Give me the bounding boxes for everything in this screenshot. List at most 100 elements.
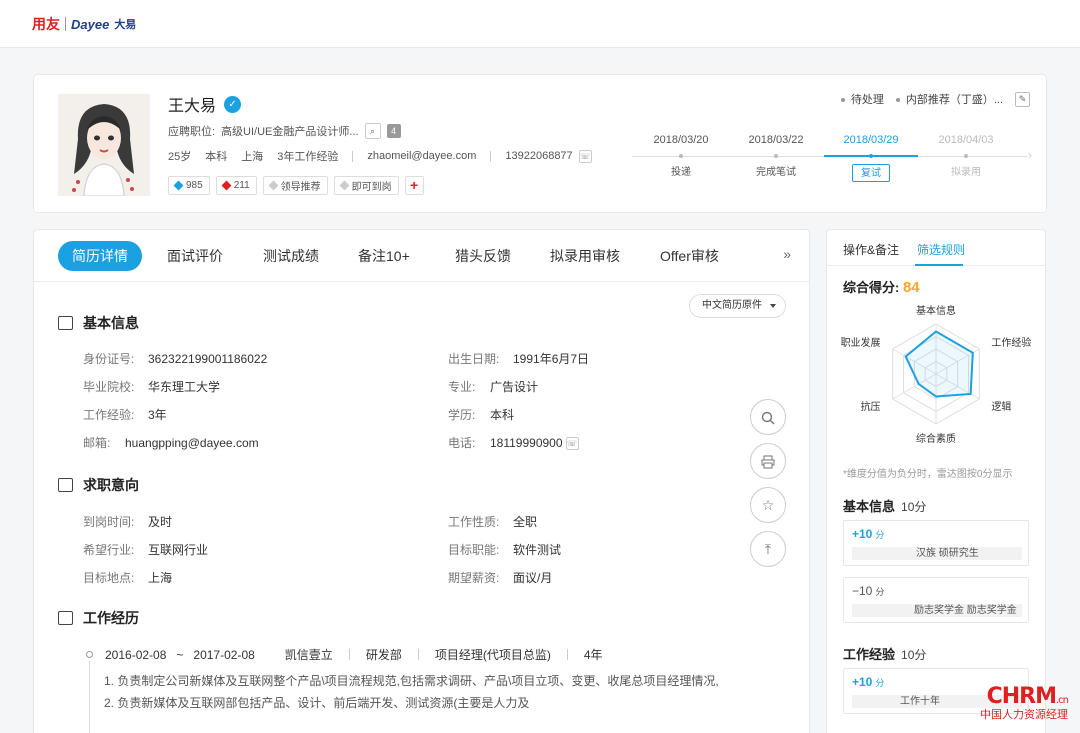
field-email: 邮箱: huangpping@dayee.com (83, 436, 259, 450)
timeline-step-active[interactable]: 2018/03/29 复试 (824, 131, 918, 182)
avatar (58, 94, 150, 196)
back-to-top-icon: ⤒ (764, 541, 772, 557)
briefcase-icon (58, 611, 73, 625)
phone[interactable]: 13922068877 (505, 150, 572, 162)
brand-logo[interactable]: 用友 Dayee 大易 (32, 14, 136, 34)
resume-language-select[interactable]: 中文简历原件 (689, 294, 786, 318)
id-card-icon (58, 316, 73, 330)
search-button[interactable] (750, 399, 786, 435)
radar-label: 职业发展 (841, 336, 881, 349)
tag-211[interactable]: 211 (215, 176, 257, 195)
rule-item[interactable]: +10 分 汉族 硕研究生 (843, 520, 1029, 566)
field-major: 专业: 广告设计 (448, 380, 539, 394)
tab-notes[interactable]: 备注10+ (358, 241, 410, 271)
city: 上海 (241, 151, 264, 163)
status-source[interactable]: 内部推荐（丁盛）... (895, 91, 1003, 107)
divider (352, 150, 354, 162)
section-basic-info: 基本信息 (58, 313, 139, 333)
tab-offer-intent-review[interactable]: 拟录用审核 (550, 241, 620, 271)
position-value[interactable]: 高级UI/UE金融产品设计师... (221, 123, 359, 139)
phone-icon[interactable]: ☏ (578, 149, 592, 163)
field-industry: 希望行业: 互联网行业 (83, 543, 209, 557)
job-description-2: 2. 负责新媒体及互联网部包括产品、设计、前后端开发、测试资源(主要是人力及 (104, 696, 530, 710)
print-button[interactable] (750, 443, 786, 479)
phone-icon[interactable]: ☏ (565, 437, 579, 451)
status-pending[interactable]: 待处理 (840, 91, 884, 107)
tab-test-score[interactable]: 测试成绩 (263, 241, 319, 271)
position-label: 应聘职位: (168, 126, 216, 138)
chevron-right-icon[interactable]: › (1028, 148, 1032, 162)
verified-icon: ✓ (224, 95, 242, 113)
timeline-dot (86, 651, 93, 658)
rule-group-basic: 基本信息 10分 (843, 499, 927, 514)
active-tab-indicator (915, 264, 963, 266)
candidate-name: 王大易 (168, 98, 217, 115)
add-tag-button[interactable]: + (404, 176, 424, 195)
tab-screening-rules[interactable]: 筛选规则 (917, 241, 965, 258)
rule-item[interactable]: −10 分 励志奖学金 励志奖学金 (843, 577, 1029, 623)
field-id: 身份证号: 362322199001186022 (83, 352, 268, 366)
field-salary: 期望薪资: 面议/月 (448, 571, 553, 585)
top-bar: 用友 Dayee 大易 (0, 0, 1080, 48)
tab-resume-detail[interactable]: 简历详情 (58, 241, 142, 271)
timeline-step[interactable]: 2018/04/03 拟录用 (919, 131, 1013, 182)
age: 25岁 (168, 151, 192, 163)
field-function: 目标职能: 软件测试 (448, 543, 562, 557)
tag-icon (339, 180, 350, 191)
email[interactable]: zhaomeil@dayee.com (367, 150, 476, 162)
tab-interview-eval[interactable]: 面试评价 (167, 241, 223, 271)
rule-group-experience: 工作经验 10分 (843, 647, 927, 662)
dayee-logo-cn: 大易 (114, 19, 137, 31)
field-location: 目标地点: 上海 (83, 571, 173, 585)
logo-divider (65, 17, 66, 31)
favorite-button[interactable]: ☆ (750, 487, 786, 523)
process-timeline: 2018/03/20 投递 2018/03/22 完成笔试 2018/03/29 复试… (632, 131, 1032, 191)
edit-icon[interactable]: ✎ (1015, 91, 1030, 107)
field-experience: 工作经验: 3年 (83, 408, 167, 422)
radar-label: 工作经验 (991, 336, 1031, 349)
job-description-1: 1. 负责制定公司新媒体及互联网整个产品\项目流程规范,包括需求调研、产品\项目… (104, 674, 719, 688)
tab-actions-notes[interactable]: 操作&备注 (843, 241, 899, 258)
candidate-profile-card: 王大易 ✓ 应聘职位: 高级UI/UE金融产品设计师... ⌕ 4 25岁 本科… (33, 74, 1047, 213)
education: 本科 (205, 151, 228, 163)
radar-label: 逻辑 (991, 400, 1011, 413)
field-job-nature: 工作性质: 全职 (448, 515, 538, 529)
radar-chart: 基本信息工作经验逻辑综合素质 抗压 职业发展 (841, 304, 1032, 445)
tag-985[interactable]: 985 (168, 176, 210, 195)
search-icon (761, 412, 775, 425)
yonyou-logo: 用友 (32, 16, 60, 32)
overall-score: 综合得分: 84 (843, 279, 920, 296)
tag-leader-recommend[interactable]: 领导推荐 (262, 176, 328, 195)
experience: 3年工作经验 (277, 151, 339, 163)
job-entry: 2016-02-08 ~ 2017-02-08 凯信壹立 研发部 项目经理(代项… (86, 646, 603, 663)
field-degree: 学历: 本科 (448, 408, 515, 422)
position-count-badge: 4 (386, 124, 401, 138)
timeline-step[interactable]: 2018/03/20 投递 (634, 131, 728, 182)
section-work-experience: 工作经历 (58, 608, 139, 628)
more-tabs-icon[interactable]: » (783, 246, 791, 262)
dayee-logo: Dayee (71, 16, 110, 32)
timeline-line (89, 661, 90, 733)
back-to-top-button[interactable]: ⤒ (750, 531, 786, 567)
tag-icon (221, 180, 232, 191)
divider (490, 150, 492, 162)
field-arrive-time: 到岗时间: 及时 (83, 515, 173, 529)
radar-label: 抗压 (861, 400, 881, 413)
tag-available[interactable]: 即可到岗 (333, 176, 399, 195)
printer-icon (761, 455, 775, 469)
side-tabs: 操作&备注 筛选规则 (827, 230, 1045, 266)
radar-label: 综合素质 (916, 432, 956, 445)
search-icon[interactable]: ⌕ (364, 123, 381, 139)
field-birth: 出生日期: 1991年6月7日 (448, 352, 590, 366)
caret-down-icon (770, 304, 776, 308)
resume-tabs: 简历详情 面试评价 测试成绩 备注10+ 猎头反馈 拟录用审核 Offer审核 … (34, 230, 809, 282)
star-icon: ☆ (761, 497, 775, 513)
tab-headhunter-feedback[interactable]: 猎头反馈 (455, 241, 511, 271)
section-job-intent: 求职意向 (58, 475, 139, 495)
screening-panel: 操作&备注 筛选规则 综合得分: 84 基本信息 工作经验 逻辑 综合素质 抗压 职业发展… (826, 229, 1046, 733)
chrm-watermark: CHRM.cn 中国人力资源经理 (980, 684, 1069, 721)
resume-panel: 简历详情 面试评价 测试成绩 备注10+ 猎头反馈 拟录用审核 Offer审核 … (33, 229, 810, 733)
timeline-step[interactable]: 2018/03/22 完成笔试 (729, 131, 823, 182)
clipboard-icon (58, 478, 73, 492)
tab-offer-review[interactable]: Offer审核 (660, 241, 719, 271)
